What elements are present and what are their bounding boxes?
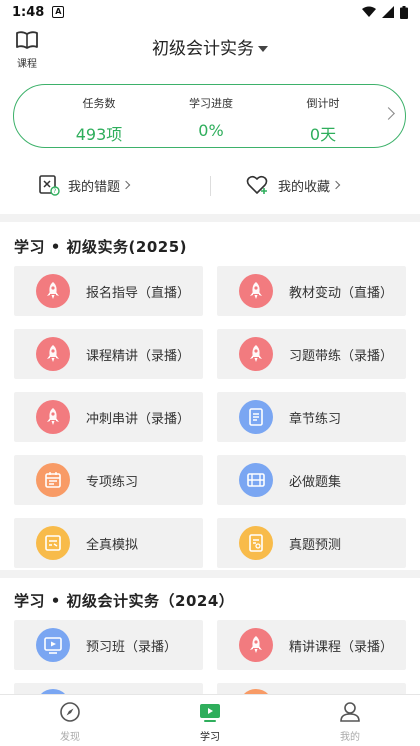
svg-text:?: ? — [53, 188, 56, 195]
tile-label: 报名指导（直播） — [86, 286, 191, 301]
study-screen-icon — [200, 704, 220, 722]
stat-tasks: 任务数 493项 — [75, 97, 123, 144]
document-icon — [239, 400, 273, 434]
compass-icon — [60, 702, 80, 722]
status-bar: 1:48 A — [0, 0, 420, 24]
tile-label: 习题带练（录播） — [289, 349, 394, 364]
tile-section1-2[interactable]: 课程精讲（录播） — [14, 329, 203, 379]
tile-label: 专项练习 — [86, 475, 139, 490]
quick-links: ? 我的错题 我的收藏 — [0, 168, 420, 204]
tile-section1-0[interactable]: 报名指导（直播） — [14, 266, 203, 316]
stat-countdown: 倒计时 0天 — [306, 97, 340, 144]
nav-discover[interactable]: 发现 — [40, 701, 100, 743]
rocket-icon — [36, 337, 70, 371]
tile-section2-0[interactable]: 预习班（录播） — [14, 620, 203, 670]
exam-icon — [36, 526, 70, 560]
signal-icon — [382, 6, 394, 18]
calendar-icon — [36, 463, 70, 497]
tile-section1-7[interactable]: 必做题集 — [217, 455, 406, 505]
nav-study[interactable]: 学习 — [180, 701, 240, 743]
tile-section1-6[interactable]: 专项练习 — [14, 455, 203, 505]
tile-section1-8[interactable]: 全真模拟 — [14, 518, 203, 568]
tile-label: 精讲课程（录播） — [289, 640, 394, 655]
rocket-icon — [36, 400, 70, 434]
nav-mine[interactable]: 我的 — [320, 701, 380, 743]
tile-label: 课程精讲（录播） — [86, 349, 191, 364]
section-title-2025: 学习 • 初级实务(2025) — [14, 238, 187, 256]
chevron-right-icon — [382, 107, 395, 120]
tile-label: 真题预测 — [289, 538, 342, 553]
section-title-2024: 学习 • 初级会计实务（2024） — [14, 592, 235, 610]
section-separator — [0, 214, 420, 222]
section-separator — [0, 570, 420, 578]
film-icon — [239, 463, 273, 497]
tile-label: 章节练习 — [289, 412, 342, 427]
app-header: 课程 初级会计实务 — [0, 28, 420, 70]
status-icons — [362, 5, 408, 19]
heart-plus-icon — [246, 175, 268, 194]
notification-icon: A — [52, 6, 65, 18]
rocket-icon — [239, 628, 273, 662]
favorites-link[interactable]: 我的收藏 — [246, 174, 341, 196]
stat-progress: 学习进度 0% — [189, 97, 233, 140]
tile-label: 冲刺串讲（录播） — [86, 412, 191, 427]
wrong-questions-link[interactable]: ? 我的错题 — [38, 174, 131, 196]
tile-section1-9[interactable]: 真题预测 — [217, 518, 406, 568]
tile-section2-1[interactable]: 精讲课程（录播） — [217, 620, 406, 670]
tile-label: 全真模拟 — [86, 538, 139, 553]
wifi-icon — [362, 6, 376, 17]
tile-label: 必做题集 — [289, 475, 342, 490]
caret-down-icon — [258, 46, 268, 52]
chevron-right-icon — [331, 180, 341, 190]
rocket-icon — [239, 274, 273, 308]
status-time: 1:48 — [12, 4, 45, 20]
subject-selector[interactable]: 初级会计实务 — [0, 34, 420, 59]
chevron-right-icon — [121, 180, 131, 190]
rocket-icon — [36, 274, 70, 308]
tile-section1-4[interactable]: 冲刺串讲（录播） — [14, 392, 203, 442]
user-icon — [340, 702, 360, 722]
tile-label: 教材变动（直播） — [289, 286, 394, 301]
page-title: 初级会计实务 — [152, 39, 254, 59]
tile-label: 预习班（录播） — [86, 640, 178, 655]
video-icon — [36, 628, 70, 662]
tile-section1-5[interactable]: 章节练习 — [217, 392, 406, 442]
progress-card[interactable]: 任务数 493项 学习进度 0% 倒计时 0天 — [13, 84, 406, 148]
wrong-question-icon: ? — [39, 175, 60, 196]
tile-section1-1[interactable]: 教材变动（直播） — [217, 266, 406, 316]
battery-icon — [400, 5, 408, 19]
prediction-icon — [239, 526, 273, 560]
bottom-navigation: 发现 学习 我的 — [0, 694, 420, 746]
tile-section1-3[interactable]: 习题带练（录播） — [217, 329, 406, 379]
rocket-icon — [239, 337, 273, 371]
divider — [210, 176, 211, 196]
